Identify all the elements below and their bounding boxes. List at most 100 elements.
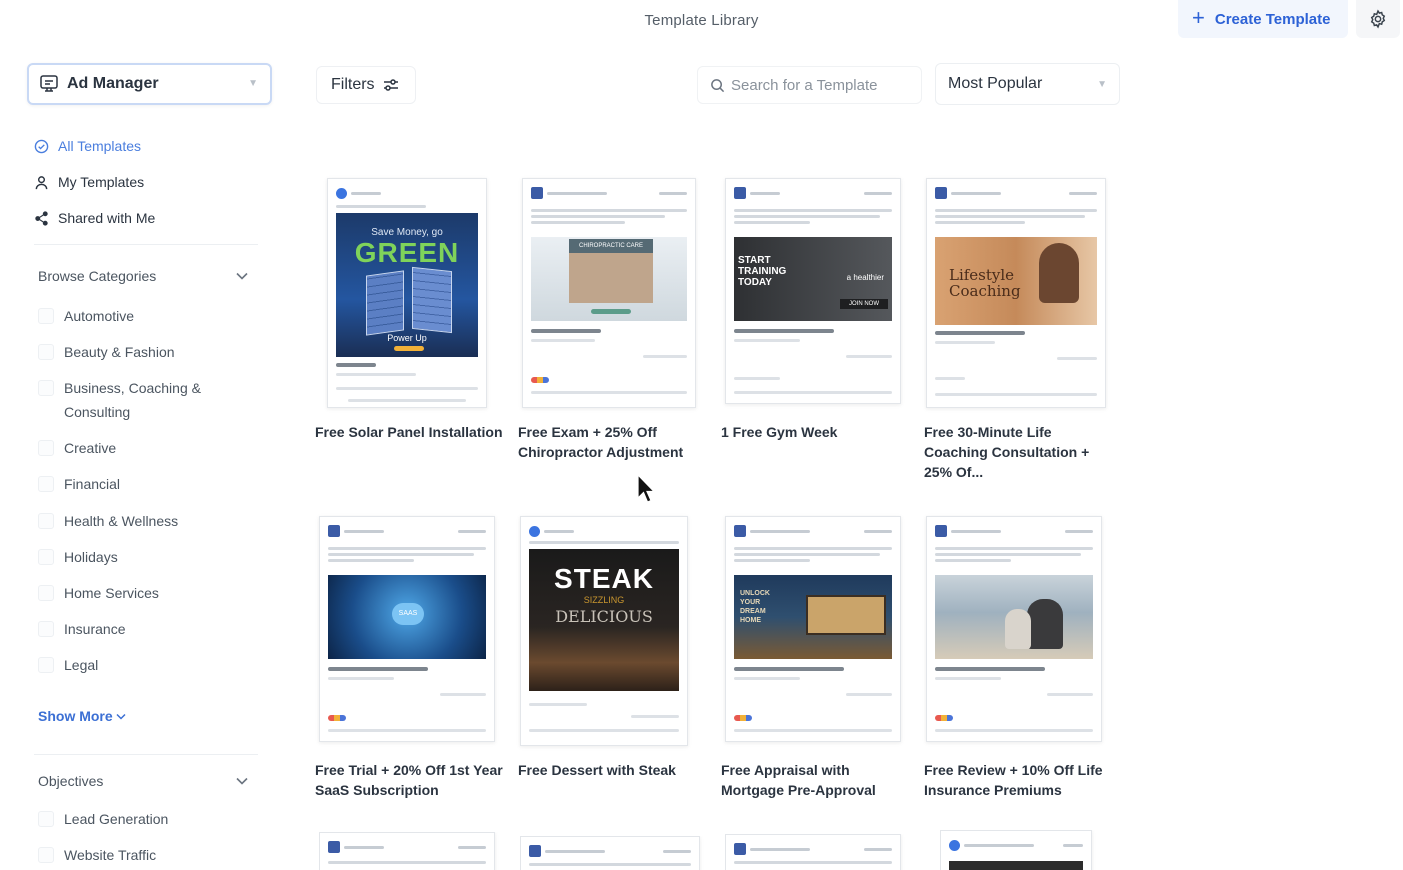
category-label: Legal: [64, 657, 99, 673]
ad-image-text: START TRAINING TODAY: [738, 255, 786, 288]
template-title: Free Dessert with Steak: [518, 762, 676, 778]
ad-image-text: Power Up: [387, 333, 427, 343]
gear-icon: [1370, 9, 1386, 29]
objective-label: Lead Generation: [64, 811, 169, 827]
ad-image-text: UNLOCK YOUR DREAM HOME: [740, 590, 770, 624]
template-card[interactable]: Free Review + 10% Off Life Insurance Pre…: [924, 516, 1114, 806]
divider: [34, 754, 258, 755]
ad-image-headline: STEAK: [554, 563, 654, 594]
checkbox[interactable]: [38, 344, 54, 360]
checkbox[interactable]: [38, 585, 54, 601]
template-card[interactable]: [725, 834, 915, 870]
template-thumbnail: START TRAINING TODAY a healthier JOIN NOW: [725, 178, 901, 404]
ad-image-text: DELICIOUS: [555, 607, 653, 626]
divider: [34, 244, 258, 245]
template-card[interactable]: [520, 836, 710, 870]
template-card[interactable]: CHIROPRACTIC CARE Free Exam + 25% Off Ch…: [518, 178, 708, 468]
checkbox[interactable]: [38, 657, 54, 673]
category-label-line2: Consulting: [64, 404, 131, 420]
objective-website-traffic[interactable]: Website Traffic: [38, 843, 156, 867]
template-thumbnail: Save Money, go GREEN Power Up: [327, 178, 487, 408]
objectives-header[interactable]: Objectives: [38, 773, 248, 789]
share-icon: [35, 210, 48, 226]
nav-my-templates[interactable]: My Templates: [34, 174, 144, 190]
sort-select[interactable]: Most Popular ▼: [935, 63, 1120, 105]
browse-categories-header[interactable]: Browse Categories: [38, 268, 248, 284]
checkbox[interactable]: [38, 811, 54, 827]
template-card[interactable]: UNLOCK YOUR DREAM HOME Free Appraisal wi…: [721, 516, 911, 806]
check-circle-icon: [34, 139, 49, 153]
template-card[interactable]: [319, 832, 509, 870]
checkbox[interactable]: [38, 847, 54, 863]
category-label: Creative: [64, 440, 117, 456]
create-template-button[interactable]: + Create Template: [1178, 0, 1348, 38]
checkbox[interactable]: [38, 621, 54, 637]
template-title: Free Appraisal with Mortgage Pre-Approva…: [721, 762, 876, 798]
ad-header: [734, 841, 892, 857]
category-creative[interactable]: Creative: [38, 436, 116, 460]
category-insurance[interactable]: Insurance: [38, 617, 125, 641]
template-thumbnail: [926, 516, 1102, 742]
ad-header: [949, 837, 1083, 853]
checkbox[interactable]: [38, 308, 54, 324]
template-card[interactable]: SAAS Free Trial + 20% Off 1st Year SaaS …: [315, 516, 505, 806]
ad-header: [734, 185, 892, 201]
category-label: Home Services: [64, 585, 159, 601]
chevron-down-icon: [236, 272, 248, 280]
template-card[interactable]: START TRAINING TODAY a healthier JOIN NOW …: [721, 178, 911, 468]
sliders-icon: [383, 79, 398, 91]
ad-header: [328, 839, 486, 855]
template-thumbnail: [319, 832, 495, 870]
category-legal[interactable]: Legal: [38, 653, 98, 677]
checkbox[interactable]: [38, 380, 54, 396]
category-health-wellness[interactable]: Health & Wellness: [38, 509, 178, 533]
nav-all-templates-label: All Templates: [58, 138, 142, 154]
checkbox[interactable]: [38, 549, 54, 565]
template-thumbnail: UNLOCK YOUR DREAM HOME: [725, 516, 901, 742]
search-box: [697, 66, 922, 104]
template-card[interactable]: STEAK SIZZLING DELICIOUS Free Dessert wi…: [518, 516, 708, 806]
search-input[interactable]: [731, 76, 911, 94]
filters-button[interactable]: Filters: [316, 66, 416, 104]
mouse-cursor-icon: [637, 474, 656, 503]
template-card[interactable]: Lifestyle Coaching Free 30-Minute Life Co…: [924, 178, 1114, 488]
category-financial[interactable]: Financial: [38, 472, 120, 496]
show-more-label: Show More: [38, 708, 113, 724]
category-home-services[interactable]: Home Services: [38, 581, 159, 605]
nav-all-templates[interactable]: All Templates: [34, 138, 141, 154]
account-select[interactable]: Ad Manager ▼: [27, 63, 272, 105]
ad-image-line: TRAINING: [738, 266, 787, 277]
checkbox[interactable]: [38, 440, 54, 456]
ad-image: STEAK SIZZLING DELICIOUS: [529, 549, 679, 691]
objectives-title: Objectives: [38, 773, 104, 789]
ad-header: [935, 523, 1093, 539]
category-beauty-fashion[interactable]: Beauty & Fashion: [38, 340, 175, 364]
account-name: Ad Manager: [67, 75, 159, 92]
checkbox[interactable]: [38, 476, 54, 492]
category-automotive[interactable]: Automotive: [38, 304, 134, 328]
ad-manager-icon: [40, 75, 58, 92]
objective-lead-generation[interactable]: Lead Generation: [38, 807, 168, 831]
template-thumbnail: CHIROPRACTIC CARE: [522, 178, 696, 408]
nav-shared-with-me[interactable]: Shared with Me: [34, 210, 155, 226]
ad-image: Save Money, go GREEN Power Up: [336, 213, 478, 357]
ad-image: START TRAINING TODAY a healthier JOIN NOW: [734, 237, 892, 321]
filters-label: Filters: [331, 76, 375, 93]
checkbox[interactable]: [38, 513, 54, 529]
category-label: Health & Wellness: [64, 513, 179, 529]
ad-image-headline: GREEN: [354, 237, 460, 268]
settings-button[interactable]: [1356, 0, 1400, 38]
category-label: Insurance: [64, 621, 126, 637]
category-holidays[interactable]: Holidays: [38, 545, 118, 569]
template-card[interactable]: Save Money, go GREEN Power Up Free Solar…: [315, 178, 505, 468]
ad-image-line: START: [738, 255, 771, 266]
category-business-coaching[interactable]: Business, Coaching & Consulting: [38, 376, 201, 424]
nav-my-templates-label: My Templates: [58, 174, 145, 190]
show-more-link[interactable]: Show More: [38, 708, 126, 724]
chevron-down-icon: [116, 713, 126, 720]
template-thumbnail: [940, 830, 1092, 870]
chevron-down-icon: [236, 777, 248, 785]
template-card[interactable]: [940, 830, 1130, 870]
category-label: Holidays: [64, 549, 118, 565]
template-thumbnail: [725, 834, 901, 870]
